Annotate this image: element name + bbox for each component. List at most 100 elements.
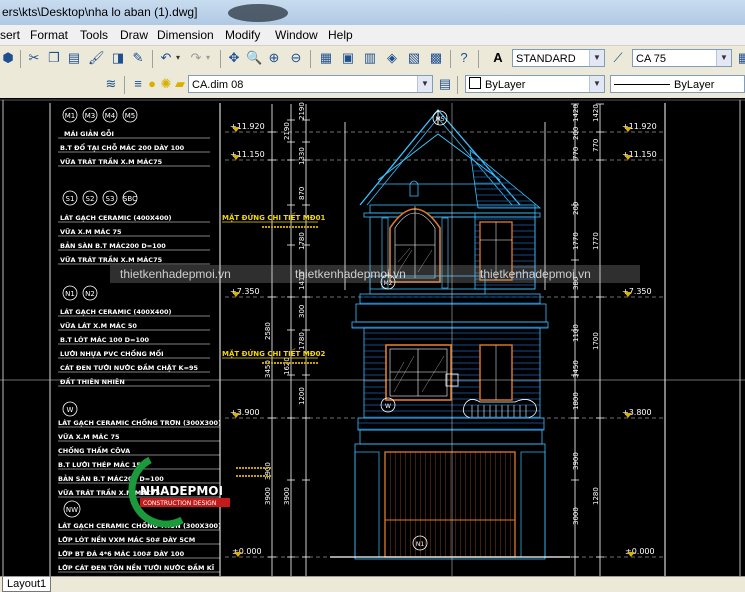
level-triangle: [232, 127, 242, 557]
note-line: LỚP LÓT NỀN VXM MÁC 50# DÀY 5CM: [58, 534, 195, 544]
tab-layout1[interactable]: Layout1: [2, 577, 52, 592]
blurred-region: [228, 4, 288, 22]
title-bar: ers\kts\Desktop\nha lo aban (1).dwg]: [0, 0, 745, 26]
dim-value: 2190: [283, 122, 291, 140]
dim-value: 870: [298, 187, 306, 200]
toolbar-separator: [478, 50, 479, 68]
dim-value: 2190: [298, 102, 306, 120]
drawing-canvas[interactable]: M1 M3 M4 M5 S1 S2 S3 SBC N1 N2 W NW MÁI …: [0, 98, 745, 576]
note-line: LÁT GẠCH CERAMIC (400X400): [60, 307, 171, 316]
tag-label: M4: [105, 112, 116, 120]
dim-value: 1780: [298, 332, 306, 350]
dim-value: 300: [298, 305, 306, 318]
undo-dropdown-icon[interactable]: ▾: [170, 50, 186, 66]
markup-icon[interactable]: ▧: [406, 50, 422, 66]
dim-value: 770: [572, 147, 580, 160]
design-center-icon[interactable]: ▣: [340, 50, 356, 66]
dim-style-select[interactable]: CA 75 ▼: [632, 49, 732, 67]
toolbar-separator: [220, 50, 221, 68]
marker-label: M5: [436, 116, 445, 123]
block-icon[interactable]: ◨: [110, 50, 126, 66]
make-current-layer-icon[interactable]: ▤: [437, 76, 453, 92]
note-line: LÁT GẠCH CERAMIC CHỐNG TRƠN (300X300): [58, 520, 221, 530]
menu-window[interactable]: Window: [275, 28, 318, 42]
dim-value: 200: [572, 202, 580, 215]
menu-dimension[interactable]: Dimension: [157, 28, 214, 42]
level-labels-right: +11.920 +11.150 +7.350 +3.800 ±0.000: [622, 122, 657, 556]
roof-tiles-right: [469, 149, 542, 209]
text-style-select[interactable]: STANDARD ▼: [512, 49, 605, 67]
dim-value: 3900: [264, 487, 272, 505]
chevron-down-icon[interactable]: ▼: [716, 50, 731, 66]
note-line: ĐẤT THIÊN NHIÊN: [60, 376, 125, 386]
paste-icon[interactable]: ▤: [66, 50, 82, 66]
redo-dropdown-icon[interactable]: ▾: [200, 50, 216, 66]
linetype-select[interactable]: ByLayer: [610, 75, 745, 93]
sheet-set-icon[interactable]: ◈: [384, 50, 400, 66]
brush-icon[interactable]: ✎: [130, 50, 146, 66]
dim-style-value: CA 75: [636, 53, 666, 65]
pan-icon[interactable]: ✥: [226, 50, 242, 66]
tool-palettes-icon[interactable]: ▥: [362, 50, 378, 66]
layers-toolbar: ≋ ≡ ● ✺ ▰ CA.dim 08 ▼ ▤ ByLayer ▼ ByLaye…: [0, 72, 745, 99]
menu-draw[interactable]: Draw: [120, 28, 148, 42]
match-properties-icon[interactable]: 🖌: [88, 50, 105, 66]
dim-value: 3000: [572, 507, 580, 525]
zoom-previous-icon[interactable]: ⊖: [288, 50, 304, 66]
chevron-down-icon[interactable]: ▼: [589, 50, 604, 66]
toolbar-separator: [20, 50, 21, 68]
standard-toolbar: ⬢ ✂ ❐ ▤ 🖌 ◨ ✎ ↶ ▾ ↷ ▾ ✥ 🔍 ⊕ ⊖ ▦ ▣ ▥ ◈ ▧ …: [0, 46, 745, 73]
text-style-value: STANDARD: [516, 53, 576, 65]
marker-label: N1: [416, 541, 424, 548]
layer-select[interactable]: CA.dim 08 ▼: [188, 75, 433, 93]
menu-modify[interactable]: Modify: [225, 28, 260, 42]
dim-value: 1780: [298, 232, 306, 250]
note-line: LÁT GẠCH CERAMIC CHỐNG TRƠN (300X300): [58, 417, 221, 427]
cut-icon[interactable]: ✂: [26, 50, 42, 66]
ground-pillar: [520, 451, 546, 558]
zoom-window-icon[interactable]: ⊕: [266, 50, 282, 66]
toolbar-separator: [310, 50, 311, 68]
dimension-style-icon[interactable]: ⟋: [610, 50, 626, 66]
copy-icon[interactable]: ❐: [46, 50, 62, 66]
menu-help[interactable]: Help: [328, 28, 353, 42]
logo-brand: NHADEPMOI: [140, 484, 223, 498]
chevron-down-icon[interactable]: ▼: [417, 76, 432, 92]
brand-logo: NHADEPMOI CONSTRUCTION DESIGN: [128, 456, 230, 528]
tag-label: SBC: [123, 195, 137, 203]
zoom-realtime-icon[interactable]: 🔍: [246, 50, 262, 66]
note-line: VỮA TRÁT TRẦN X.M MÁC75: [60, 156, 163, 166]
menu-insert[interactable]: sert: [0, 28, 20, 42]
note-line: CÁT ĐEN TƯỚI NƯỚC ĐẦM CHẶT K=95: [60, 362, 199, 372]
first-floor-slab: [357, 417, 545, 431]
tag-label: S2: [86, 195, 95, 203]
layer-value: CA.dim 08: [192, 79, 244, 91]
watermarks: thietkenhadepmoi.vn thietkenhadepmoi.vn …: [120, 267, 591, 281]
dim-value: 1800: [572, 392, 580, 410]
dim-value: 1280: [592, 487, 600, 505]
note-line: CHỐNG THẤM CÔVA: [58, 445, 130, 455]
text-style-icon[interactable]: A: [490, 50, 506, 66]
floor-slab: [359, 293, 541, 305]
layer-manager-icon[interactable]: ≋: [103, 76, 119, 92]
toolbar-separator: [450, 50, 451, 68]
tag-label: M5: [125, 112, 136, 120]
lock-icon[interactable]: ▰: [172, 76, 188, 92]
dim-value: 1770: [572, 232, 580, 250]
menu-format[interactable]: Format: [30, 28, 68, 42]
help-icon[interactable]: ?: [456, 50, 472, 66]
publish-icon[interactable]: ⬢: [0, 50, 16, 66]
tag-label: W: [67, 406, 74, 414]
menu-tools[interactable]: Tools: [80, 28, 108, 42]
note-line: B.T LÓT MÁC 100 D=100: [60, 335, 150, 344]
dim-value: 3900: [572, 452, 580, 470]
calculator-icon[interactable]: ▩: [428, 50, 444, 66]
properties-icon[interactable]: ▦: [318, 50, 334, 66]
color-select[interactable]: ByLayer ▼: [465, 75, 605, 93]
watermark: thietkenhadepmoi.vn: [480, 267, 591, 281]
table-style-icon[interactable]: ▦: [736, 50, 745, 66]
dim-value: 1330: [298, 147, 306, 165]
chevron-down-icon[interactable]: ▼: [589, 76, 604, 92]
marker-label: W: [385, 403, 391, 410]
detail-label: MẶT ĐỨNG CHI TIẾT MĐ01: [222, 212, 325, 222]
